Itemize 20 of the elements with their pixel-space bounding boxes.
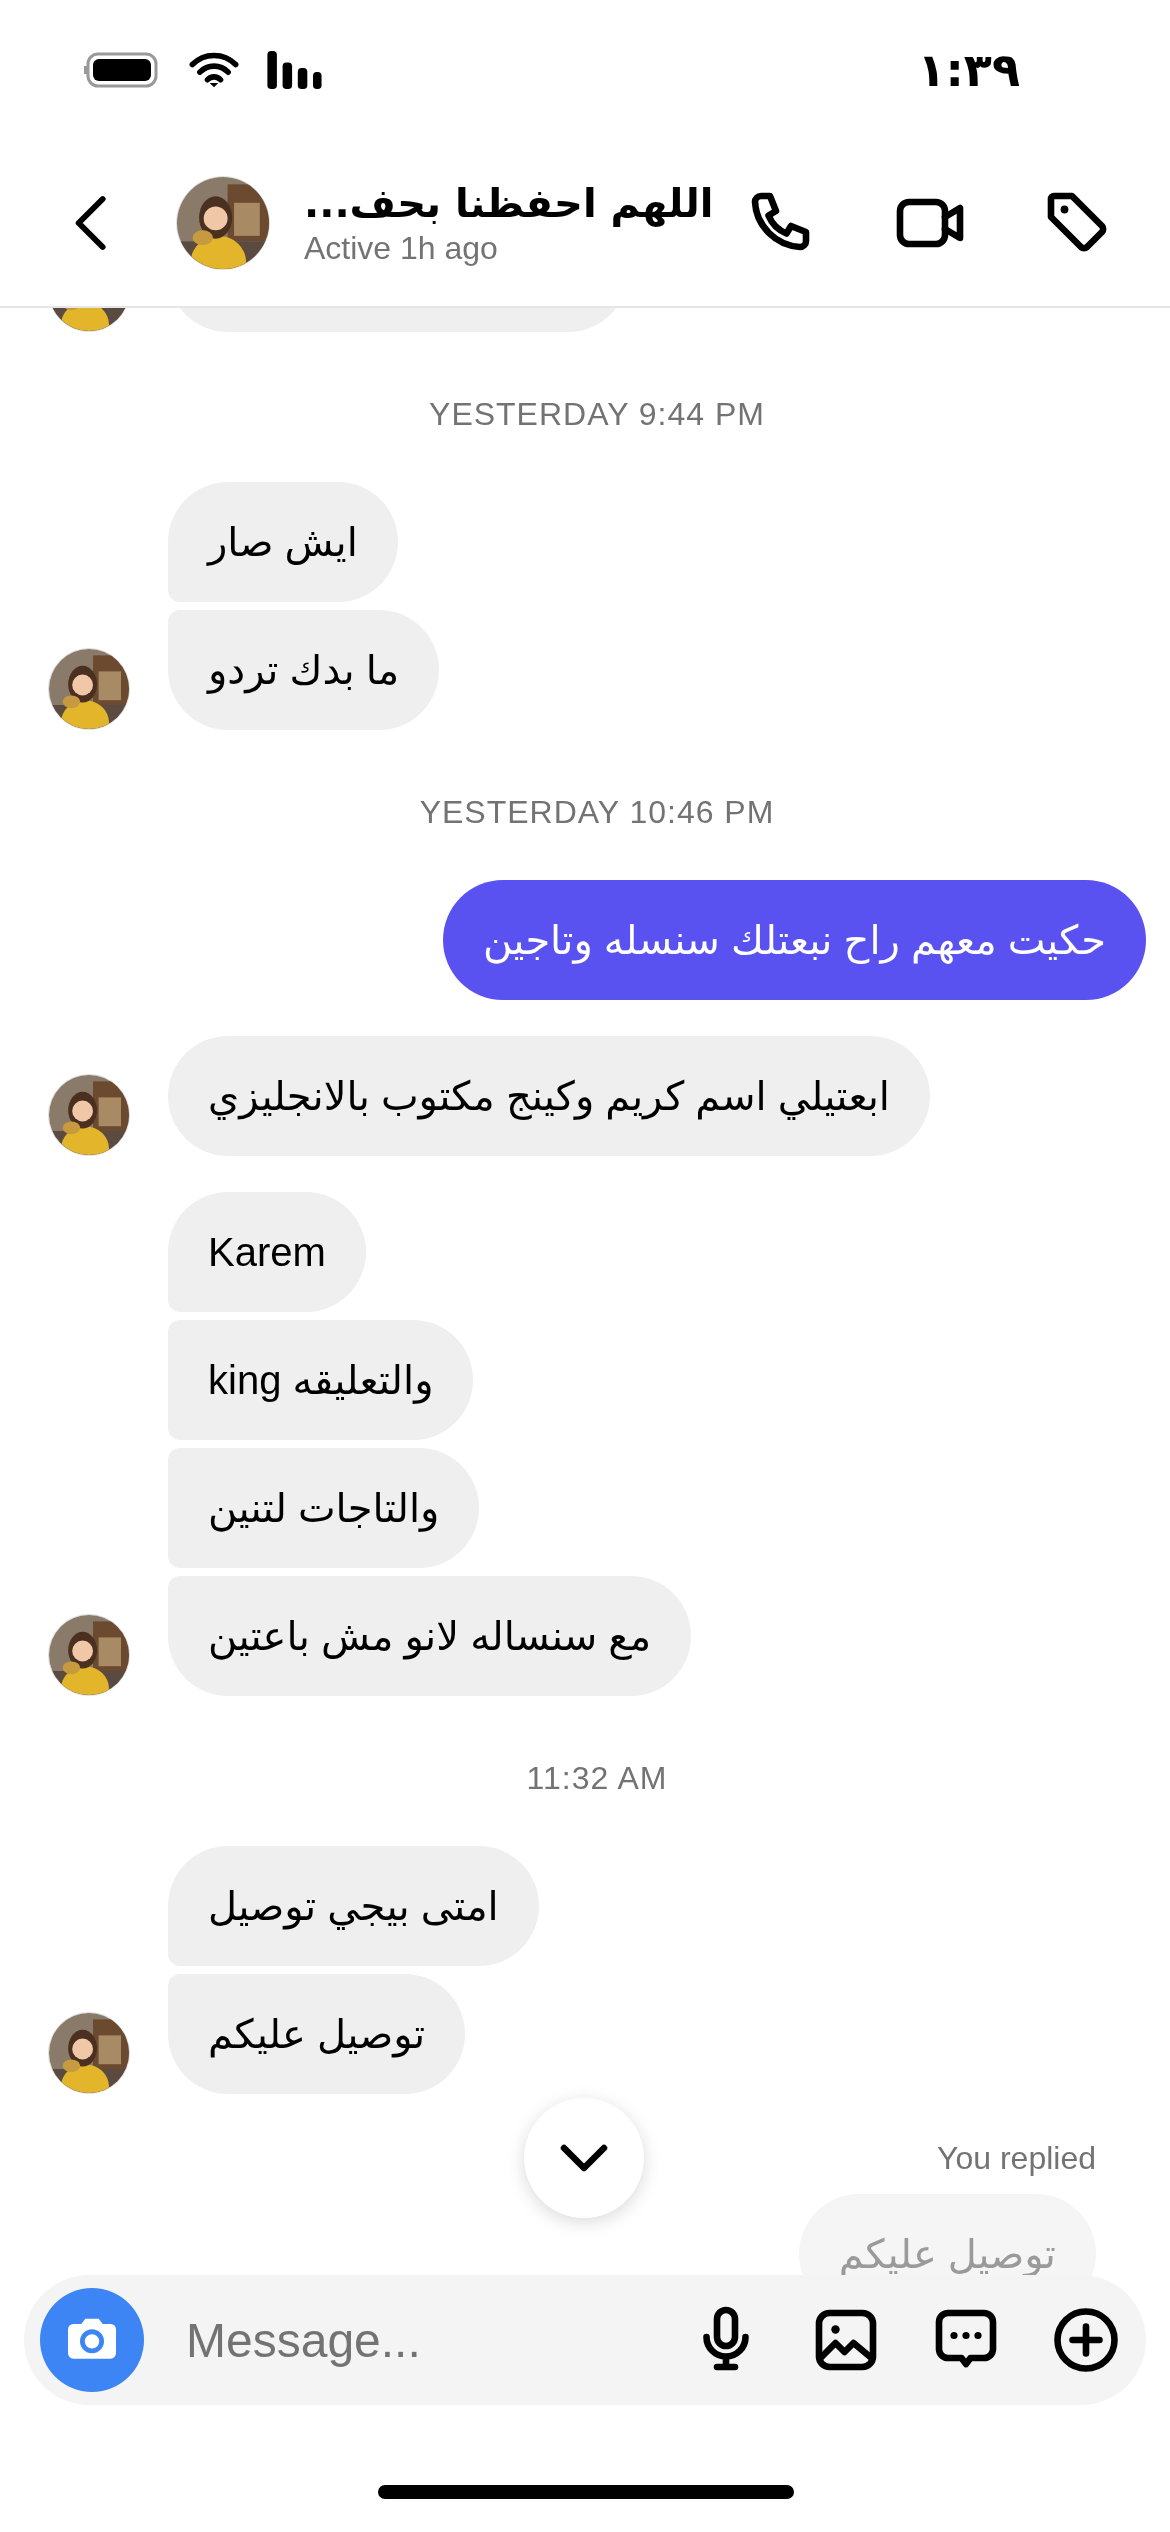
reply-label: You replied (937, 2139, 1096, 2178)
timestamp: YESTERDAY 10:46 PM (419, 793, 775, 832)
message-bubble: توصيل عليكم (168, 1974, 466, 2094)
message-input[interactable]: Message... (184, 2311, 548, 2369)
message-bubble: حكيت معهم راح نبعتلك سنسله وتاجين (442, 880, 1146, 1000)
timestamp: YESTERDAY 9:44 PM (429, 395, 765, 434)
active-status: Active 1h ago (304, 229, 498, 267)
signal-icon (264, 51, 324, 89)
message-bubble: ما بدك تردو (168, 610, 440, 730)
contact-name: اللهم احفظنا بحف... (304, 179, 714, 226)
wifi-icon (188, 50, 240, 90)
message-bubble: والتاجات لتنين (168, 1448, 480, 1568)
message-bubble: ايش صار (168, 482, 398, 602)
status-time: ١:٣٩ (917, 43, 1020, 97)
message-bubble: والتعليقه king (168, 1320, 474, 1440)
message-bubble: مع سنساله لانو مش باعتين (168, 1576, 692, 1696)
message-bubble: ابعتيلي اسم كريم وكينج مكتوب بالانجليزي (168, 1036, 930, 1156)
message-bubble: امتى بيجي توصيل (168, 1846, 539, 1966)
message-bubble: Karem (168, 1192, 366, 1312)
timestamp: 11:32 AM (526, 1759, 668, 1798)
